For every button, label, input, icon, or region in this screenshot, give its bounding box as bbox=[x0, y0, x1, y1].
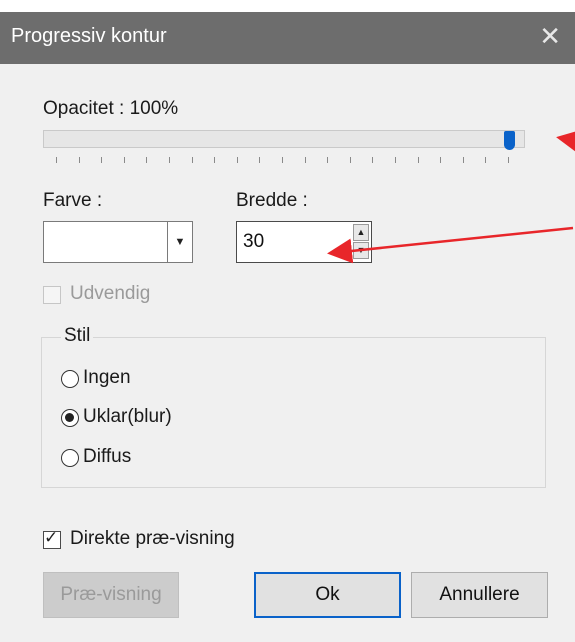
radio-diffus-label: Diffus bbox=[83, 446, 132, 467]
slider-tick bbox=[146, 157, 148, 163]
close-icon[interactable]: ✕ bbox=[539, 21, 561, 51]
radio-selected-dot bbox=[65, 413, 74, 422]
width-label: Bredde : bbox=[236, 190, 308, 211]
style-legend: Stil bbox=[61, 325, 94, 347]
radio-diffus[interactable] bbox=[61, 449, 79, 467]
preview-button[interactable]: Præ-visning bbox=[43, 572, 179, 618]
spin-up-icon[interactable]: ▲ bbox=[353, 224, 369, 241]
chevron-down-icon[interactable]: ▼ bbox=[167, 222, 192, 262]
slider-tick bbox=[417, 157, 419, 163]
ok-button[interactable]: Ok bbox=[254, 572, 401, 618]
slider-tick bbox=[101, 157, 103, 163]
checkmark-icon: ✓ bbox=[44, 528, 59, 547]
slider-tick bbox=[485, 157, 487, 163]
slider-tick bbox=[372, 157, 374, 163]
slider-tick bbox=[304, 157, 306, 163]
opacity-slider-thumb[interactable] bbox=[504, 131, 515, 150]
outside-label: Udvendig bbox=[70, 283, 151, 304]
slider-tick bbox=[349, 157, 351, 163]
window-title: Progressiv kontur bbox=[11, 25, 167, 47]
live-preview-label: Direkte præ-visning bbox=[70, 528, 235, 549]
spin-down-icon[interactable]: ▼ bbox=[353, 242, 369, 259]
slider-tick bbox=[123, 157, 125, 163]
color-label: Farve : bbox=[43, 190, 103, 211]
radio-uklar[interactable] bbox=[61, 409, 79, 427]
slider-tick bbox=[169, 157, 170, 163]
slider-tick bbox=[236, 157, 238, 163]
slider-tick bbox=[440, 157, 442, 163]
radio-ingen[interactable] bbox=[61, 370, 79, 388]
opacity-slider[interactable] bbox=[43, 130, 525, 150]
slider-tick bbox=[191, 157, 193, 163]
live-preview-checkbox[interactable]: ✓ bbox=[43, 528, 61, 549]
slider-tick bbox=[214, 157, 216, 163]
slider-tick bbox=[462, 157, 464, 163]
slider-tick bbox=[259, 157, 261, 163]
slider-tick bbox=[56, 157, 57, 163]
slider-tick bbox=[282, 157, 283, 163]
outside-checkbox[interactable] bbox=[43, 286, 61, 304]
width-input[interactable]: 30 bbox=[243, 231, 264, 253]
slider-tick bbox=[508, 157, 509, 163]
opacity-slider-ticks bbox=[43, 157, 525, 165]
cancel-button[interactable]: Annullere bbox=[411, 572, 548, 618]
title-bar[interactable]: Progressiv kontur ✕ bbox=[0, 12, 575, 64]
slider-tick bbox=[78, 157, 80, 163]
width-spinbox[interactable]: 30 ▲ ▼ bbox=[236, 221, 372, 263]
slider-tick bbox=[327, 157, 329, 163]
slider-tick bbox=[395, 157, 396, 163]
radio-ingen-label: Ingen bbox=[83, 367, 131, 388]
color-dropdown[interactable]: ▼ bbox=[43, 221, 193, 263]
opacity-label: Opacitet : 100% bbox=[43, 98, 179, 119]
radio-uklar-label: Uklar(blur) bbox=[83, 406, 172, 427]
